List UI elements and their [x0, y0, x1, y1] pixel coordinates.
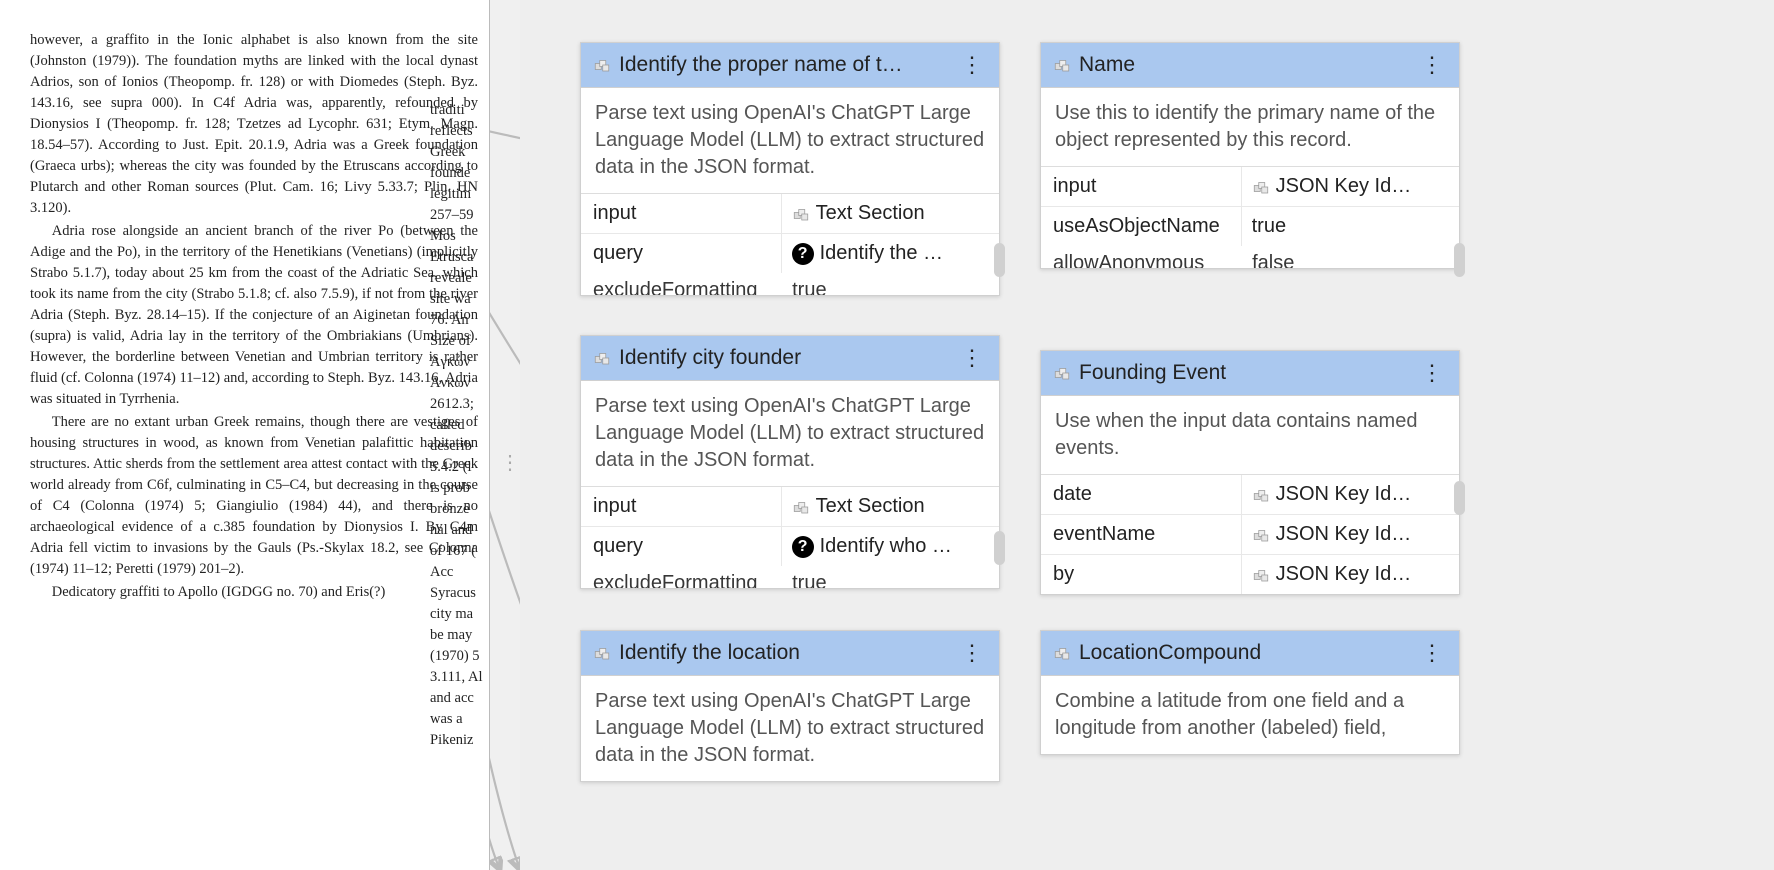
param-key: date	[1041, 475, 1242, 514]
param-row[interactable]: date JSON Key Id…	[1041, 475, 1459, 515]
param-row[interactable]: input Text Section	[581, 194, 999, 234]
block-icon	[1053, 644, 1071, 662]
param-value[interactable]: Text Section	[782, 194, 999, 233]
param-row[interactable]: input Text Section	[581, 487, 999, 527]
param-value[interactable]: JSON Key Id…	[1242, 167, 1459, 206]
node-description: Parse text using OpenAI's ChatGPT Large …	[581, 381, 999, 486]
node-title: Identify the proper name of t…	[619, 53, 949, 77]
scrollbar-thumb[interactable]	[994, 243, 1005, 277]
document-text-col1[interactable]: however, a graffito in the Ionic alphabe…	[30, 30, 478, 603]
block-icon	[1053, 364, 1071, 382]
param-row[interactable]: query ?Identify who …	[581, 527, 999, 566]
param-key: input	[581, 194, 782, 233]
param-key: query	[581, 234, 782, 273]
node-header[interactable]: Identify the location ⋮	[581, 631, 999, 676]
pane-drag-handle[interactable]: ⋮	[500, 450, 518, 475]
doc-paragraph[interactable]: Dedicatory graffiti to Apollo (IGDGG no.…	[30, 582, 478, 603]
param-value[interactable]: ?Identify the …	[782, 234, 999, 273]
block-icon	[593, 349, 611, 367]
node-params: input JSON Key Id… useAsObjectName true	[1041, 166, 1459, 246]
node-menu-button[interactable]: ⋮	[957, 58, 987, 71]
node-params: input Text Section query ?Identify the …	[581, 193, 999, 273]
node-header[interactable]: LocationCompound ⋮	[1041, 631, 1459, 676]
node-menu-button[interactable]: ⋮	[957, 646, 987, 659]
node-description: Parse text using OpenAI's ChatGPT Large …	[581, 88, 999, 193]
node-location-compound[interactable]: LocationCompound ⋮ Combine a latitude fr…	[1040, 630, 1460, 755]
node-header[interactable]: Identify the proper name of t… ⋮	[581, 43, 999, 88]
block-icon	[792, 205, 810, 223]
param-value[interactable]: JSON Key Id…	[1242, 475, 1459, 514]
node-founding-event[interactable]: Founding Event ⋮ Use when the input data…	[1040, 350, 1460, 595]
node-name[interactable]: Name ⋮ Use this to identify the primary …	[1040, 42, 1460, 269]
param-key: useAsObjectName	[1041, 207, 1242, 246]
pane-divider[interactable]	[489, 0, 490, 870]
block-icon	[593, 644, 611, 662]
node-params: input Text Section query ?Identify who …	[581, 486, 999, 566]
node-title: Name	[1079, 53, 1409, 77]
scrollbar-thumb[interactable]	[994, 531, 1005, 565]
doc-paragraph[interactable]: Adria rose alongside an ancient branch o…	[30, 221, 478, 410]
param-value[interactable]: JSON Key Id…	[1242, 555, 1459, 594]
param-key: by	[1041, 555, 1242, 594]
block-icon	[593, 56, 611, 74]
block-icon	[1252, 526, 1270, 544]
param-key: eventName	[1041, 515, 1242, 554]
node-header[interactable]: Name ⋮	[1041, 43, 1459, 88]
param-row[interactable]: eventName JSON Key Id…	[1041, 515, 1459, 555]
document-pane: however, a graffito in the Ionic alphabe…	[0, 0, 490, 870]
param-row[interactable]: query ?Identify the …	[581, 234, 999, 273]
node-identify-location[interactable]: Identify the location ⋮ Parse text using…	[580, 630, 1000, 782]
scrollbar-thumb[interactable]	[1454, 481, 1465, 515]
node-menu-button[interactable]: ⋮	[1417, 366, 1447, 379]
node-description: Parse text using OpenAI's ChatGPT Large …	[581, 676, 999, 781]
help-icon[interactable]: ?	[792, 243, 814, 265]
block-icon	[1252, 566, 1270, 584]
doc-paragraph[interactable]: however, a graffito in the Ionic alphabe…	[30, 30, 478, 219]
block-icon	[1252, 486, 1270, 504]
node-menu-button[interactable]: ⋮	[957, 351, 987, 364]
param-value[interactable]: Text Section	[782, 487, 999, 526]
node-menu-button[interactable]: ⋮	[1417, 646, 1447, 659]
node-header[interactable]: Identify city founder ⋮	[581, 336, 999, 381]
document-text-col2-partial: traditireflectsGreekfoundelegitim257–59M…	[430, 100, 485, 751]
node-title: Identify city founder	[619, 346, 949, 370]
node-description: Use this to identify the primary name of…	[1041, 88, 1459, 166]
param-row[interactable]: input JSON Key Id…	[1041, 167, 1459, 207]
workflow-canvas[interactable]: Identify the proper name of t… ⋮ Parse t…	[520, 0, 1774, 870]
doc-paragraph[interactable]: There are no extant urban Greek remains,…	[30, 412, 478, 580]
param-row-partial: excludeFormattingtrue	[581, 566, 999, 588]
param-value[interactable]: true	[1242, 207, 1459, 246]
block-icon	[792, 498, 810, 516]
param-key: input	[1041, 167, 1242, 206]
param-key: query	[581, 527, 782, 566]
block-icon	[1053, 56, 1071, 74]
node-title: Identify the location	[619, 641, 949, 665]
node-menu-button[interactable]: ⋮	[1417, 58, 1447, 71]
node-identify-proper-name[interactable]: Identify the proper name of t… ⋮ Parse t…	[580, 42, 1000, 296]
param-value[interactable]: ?Identify who …	[782, 527, 999, 566]
param-key: input	[581, 487, 782, 526]
node-title: Founding Event	[1079, 361, 1409, 385]
help-icon[interactable]: ?	[792, 536, 814, 558]
node-identify-city-founder[interactable]: Identify city founder ⋮ Parse text using…	[580, 335, 1000, 589]
node-description: Use when the input data contains named e…	[1041, 396, 1459, 474]
node-params: date JSON Key Id… eventName JSON Key Id……	[1041, 474, 1459, 594]
param-value[interactable]: JSON Key Id…	[1242, 515, 1459, 554]
scrollbar-thumb[interactable]	[1454, 243, 1465, 277]
param-row-partial: allowAnonymousfalse	[1041, 246, 1459, 268]
param-row[interactable]: by JSON Key Id…	[1041, 555, 1459, 594]
param-row-partial: excludeFormattingtrue	[581, 273, 999, 295]
block-icon	[1252, 178, 1270, 196]
param-row[interactable]: useAsObjectName true	[1041, 207, 1459, 246]
node-title: LocationCompound	[1079, 641, 1409, 665]
node-header[interactable]: Founding Event ⋮	[1041, 351, 1459, 396]
node-description: Combine a latitude from one field and a …	[1041, 676, 1459, 754]
